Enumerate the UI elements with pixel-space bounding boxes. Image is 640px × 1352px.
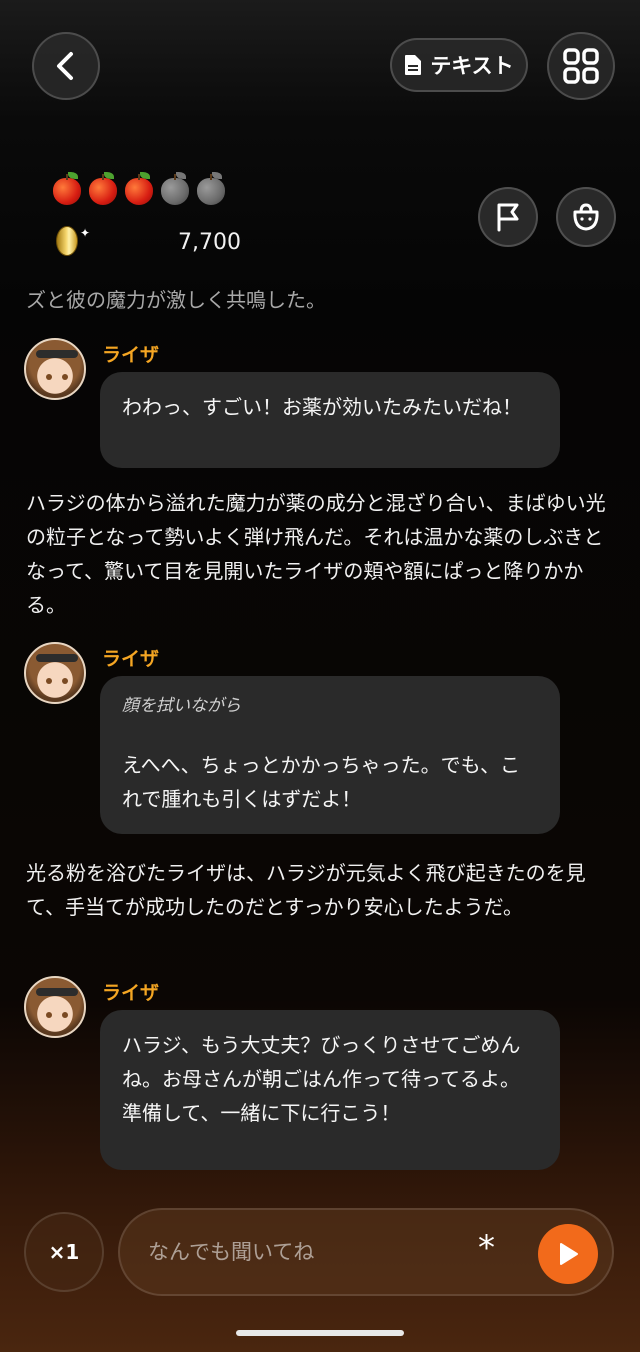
menu-button[interactable] xyxy=(547,32,615,100)
chat-log[interactable]: ズと彼の魔力が激しく共鳴した。 ライザ わわっ、すごい！お薬が効いたみたいだね！… xyxy=(0,270,640,1190)
apple-icon xyxy=(52,172,82,206)
speaker-name: ライザ xyxy=(102,344,160,366)
message-text: ハラジ、もう大丈夫？びっくりさせてごめんね。お母さんが朝ごはん作って待ってるよ。… xyxy=(122,1033,521,1125)
home-indicator xyxy=(236,1330,404,1336)
chevron-left-icon xyxy=(57,52,73,80)
avatar[interactable] xyxy=(24,338,86,400)
text-mode-button[interactable]: テキスト xyxy=(390,38,528,92)
sparkle-icon: ✦ xyxy=(80,226,91,240)
message-bubble: 顔を拭いながら えへへ、ちょっとかかっちゃった。でも、これで腫れも引くはずだよ！ xyxy=(100,676,560,834)
affection-meter xyxy=(52,172,226,206)
flag-icon xyxy=(497,203,519,232)
send-button[interactable] xyxy=(538,1224,598,1284)
apple-icon xyxy=(124,172,154,206)
apple-icon xyxy=(160,172,190,206)
coin-indicator: ✦ xyxy=(56,226,90,256)
speaker-name: ライザ xyxy=(102,982,160,1004)
bag-icon xyxy=(573,203,599,231)
message-bubble: ハラジ、もう大丈夫？びっくりさせてごめんね。お母さんが朝ごはん作って待ってるよ。… xyxy=(100,1010,560,1170)
avatar[interactable] xyxy=(24,642,86,704)
narration-text: 光る粉を浴びたライザは、ハラジが元気よく飛び起きたのを見て、手当てが成功したのだ… xyxy=(26,861,586,919)
message-text: えへへ、ちょっとかかっちゃった。でも、これで腫れも引くはずだよ！ xyxy=(122,753,520,811)
speed-button[interactable]: ×1 xyxy=(24,1212,104,1292)
narration-text: ハラジの体から溢れた魔力が薬の成分と混ざり合い、まばゆい光の粒子となって勢いよく… xyxy=(26,491,606,617)
avatar[interactable] xyxy=(24,976,86,1038)
message-input-bar: * xyxy=(118,1208,614,1296)
grid-icon xyxy=(563,48,599,84)
apple-icon xyxy=(196,172,226,206)
report-button[interactable] xyxy=(478,187,538,247)
action-text: 顔を拭いながら xyxy=(122,696,241,716)
back-button[interactable] xyxy=(32,32,100,100)
coin-icon xyxy=(56,226,78,256)
speaker-name: ライザ xyxy=(102,648,160,670)
shop-button[interactable] xyxy=(556,187,616,247)
coin-count: 7,700 xyxy=(178,230,241,255)
message-text: わわっ、すごい！お薬が効いたみたいだね！ xyxy=(122,395,522,419)
document-icon xyxy=(405,55,422,75)
narration-text: ズと彼の魔力が激しく共鳴した。 xyxy=(26,288,326,312)
message-bubble: わわっ、すごい！お薬が効いたみたいだね！ xyxy=(100,372,560,468)
message-input[interactable] xyxy=(148,1232,448,1272)
play-icon xyxy=(560,1243,578,1265)
apple-icon xyxy=(88,172,118,206)
asterisk-button[interactable]: * xyxy=(478,1228,495,1268)
text-mode-label: テキスト xyxy=(430,54,514,78)
